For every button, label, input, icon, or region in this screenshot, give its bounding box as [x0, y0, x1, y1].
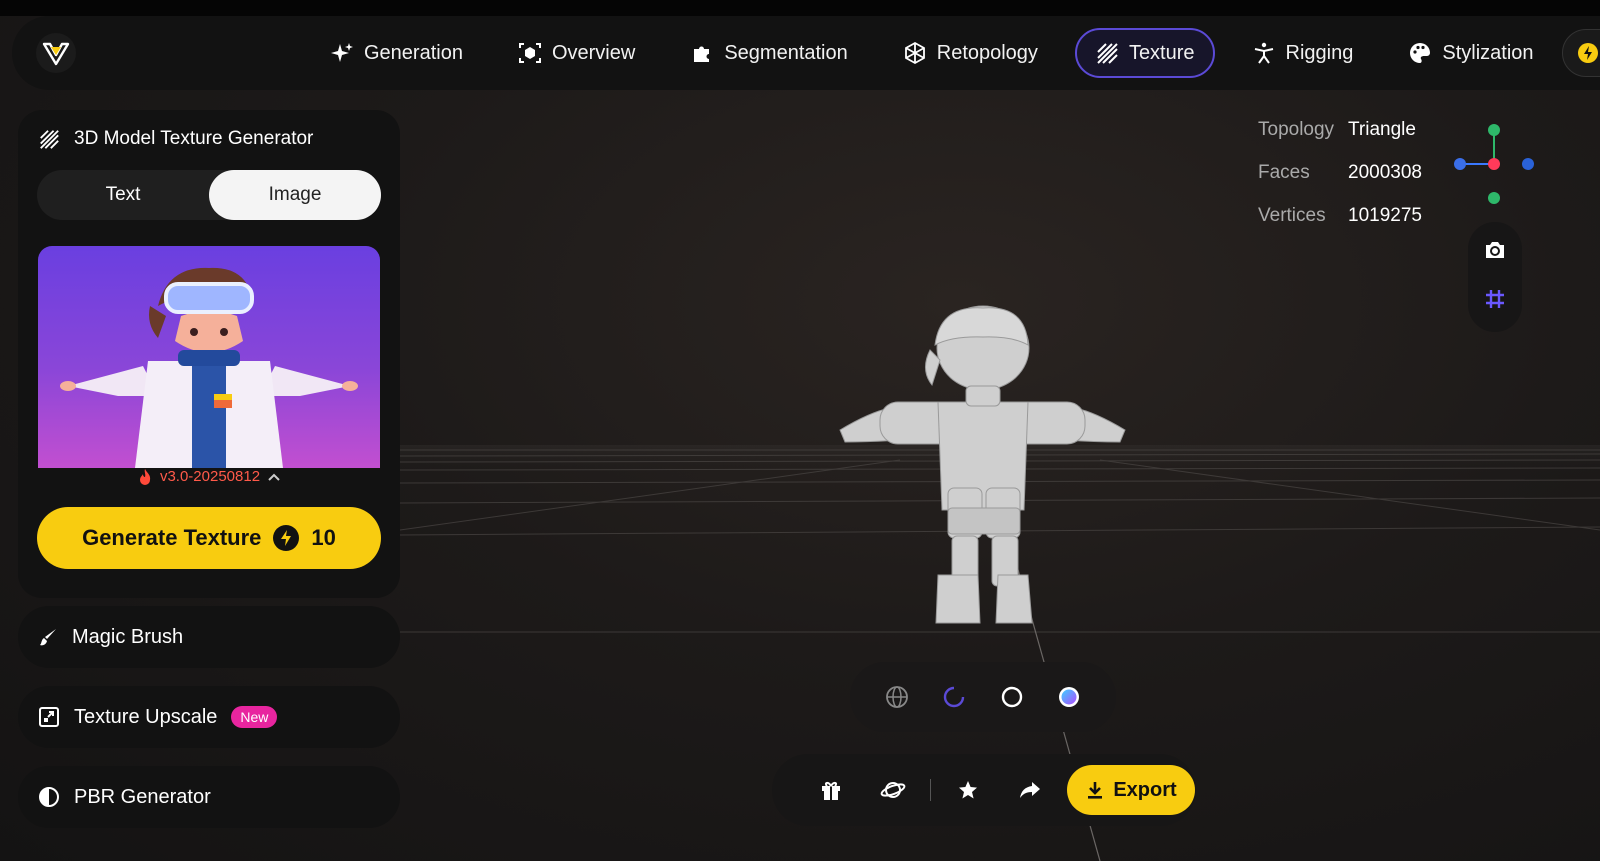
wireframe-sphere-icon — [885, 686, 908, 708]
main-nav: Generation Overview Segmentation Retopol… — [312, 28, 1571, 78]
texture-upscale-label: Texture Upscale — [74, 705, 218, 728]
generate-texture-button[interactable]: Generate Texture 10 — [37, 507, 381, 569]
gift-icon — [822, 782, 840, 800]
download-icon — [1088, 782, 1103, 799]
top-navigation-bar: Generation Overview Segmentation Retopol… — [12, 16, 1600, 90]
viewport-side-tools — [1468, 222, 1522, 332]
nav-stylization[interactable]: Stylization — [1390, 28, 1551, 78]
cube-scan-icon — [518, 43, 541, 63]
mesh-stats: Topology Triangle Faces 2000308 Vertices… — [1258, 108, 1422, 237]
share-button[interactable] — [999, 770, 1061, 810]
bolt-icon — [1578, 43, 1598, 63]
star-icon — [959, 781, 977, 799]
grid-toggle-button[interactable] — [1484, 288, 1506, 315]
nav-label: Retopology — [936, 41, 1038, 64]
faces-value: 2000308 — [1348, 161, 1422, 183]
stat-faces: Faces 2000308 — [1258, 151, 1422, 194]
texture-hatch-icon — [40, 130, 59, 149]
upscale-icon — [39, 707, 59, 727]
texture-upscale-button[interactable]: Texture Upscale New — [18, 686, 400, 748]
reference-image[interactable] — [38, 246, 380, 468]
model-version-selector[interactable]: v3.0-20250812 — [18, 468, 400, 485]
tab-image[interactable]: Image — [209, 170, 381, 220]
logo-icon — [42, 42, 70, 66]
hash-grid-icon — [1486, 290, 1504, 308]
nav-segmentation[interactable]: Segmentation — [672, 28, 865, 78]
magic-brush-label: Magic Brush — [72, 625, 184, 648]
stat-topology: Topology Triangle — [1258, 108, 1422, 151]
textured-mode-button[interactable] — [1055, 683, 1083, 711]
nav-label: Texture — [1128, 41, 1195, 64]
half-circle-icon — [39, 787, 59, 807]
pbr-generator-button[interactable]: PBR Generator — [18, 766, 400, 828]
camera-reset-button[interactable] — [1484, 240, 1506, 265]
planet-button[interactable] — [862, 770, 924, 810]
nav-label: Generation — [364, 41, 463, 64]
new-badge: New — [231, 706, 278, 728]
export-button[interactable]: Export — [1067, 765, 1195, 815]
gradient-sphere-icon — [1059, 687, 1080, 707]
stat-vertices: Vertices 1019275 — [1258, 194, 1422, 237]
favorite-button[interactable] — [937, 770, 999, 810]
nav-rigging[interactable]: Rigging — [1234, 28, 1372, 78]
app-logo[interactable] — [36, 33, 76, 73]
axis-gizmo[interactable] — [1450, 118, 1546, 214]
tab-text[interactable]: Text — [37, 170, 209, 220]
sparkle-icon — [331, 43, 353, 62]
panel-header: 3D Model Texture Generator — [38, 128, 313, 150]
vertices-label: Vertices — [1258, 204, 1326, 226]
generate-cost: 10 — [311, 525, 336, 550]
nav-label: Overview — [551, 41, 636, 64]
texture-hatch-icon — [1097, 43, 1118, 64]
chevron-up-icon — [268, 473, 280, 481]
action-bar: Export — [772, 754, 1196, 826]
topology-label: Topology — [1258, 118, 1335, 140]
mesh-cube-icon — [904, 41, 925, 65]
input-mode-toggle: Text Image — [37, 170, 381, 220]
faces-label: Faces — [1258, 161, 1310, 183]
nav-label: Rigging — [1285, 41, 1354, 64]
nav-retopology[interactable]: Retopology — [885, 28, 1056, 78]
nav-generation[interactable]: Generation — [312, 28, 481, 78]
magic-brush-button[interactable]: Magic Brush — [18, 606, 400, 668]
texture-generator-panel: 3D Model Texture Generator Text Image v3… — [18, 110, 400, 598]
bolt-icon — [273, 525, 300, 551]
nav-label: Segmentation — [724, 41, 848, 64]
topology-value: Triangle — [1348, 118, 1416, 140]
gift-button[interactable] — [800, 770, 862, 810]
panel-title: 3D Model Texture Generator — [74, 128, 314, 149]
brush-icon — [40, 629, 56, 646]
character-reference-illustration — [60, 267, 358, 468]
solid-circle-icon — [1001, 686, 1022, 708]
vertices-value: 1019275 — [1348, 204, 1422, 226]
render-mode-bar — [850, 662, 1116, 732]
nav-texture[interactable]: Texture — [1074, 28, 1215, 78]
clay-mode-button[interactable] — [940, 683, 968, 711]
export-label: Export — [1113, 778, 1177, 801]
solid-mode-button[interactable] — [998, 683, 1026, 711]
top-strip — [0, 0, 1600, 16]
nav-label: Stylization — [1442, 41, 1534, 64]
pbr-generator-label: PBR Generator — [74, 785, 211, 808]
figure-icon — [1254, 42, 1273, 64]
planet-icon — [880, 782, 906, 798]
puzzle-icon — [694, 46, 710, 62]
palette-icon — [1410, 43, 1431, 63]
camera-rotate-icon — [1486, 242, 1504, 258]
version-label: v3.0-20250812 — [159, 468, 261, 485]
loading-circle-icon — [944, 686, 965, 708]
share-arrow-icon — [1020, 782, 1040, 798]
divider — [930, 779, 931, 801]
generate-label: Generate Texture — [82, 525, 262, 550]
flame-icon — [139, 468, 151, 485]
nav-overview[interactable]: Overview — [500, 28, 653, 78]
wireframe-mode-button[interactable] — [883, 683, 911, 711]
